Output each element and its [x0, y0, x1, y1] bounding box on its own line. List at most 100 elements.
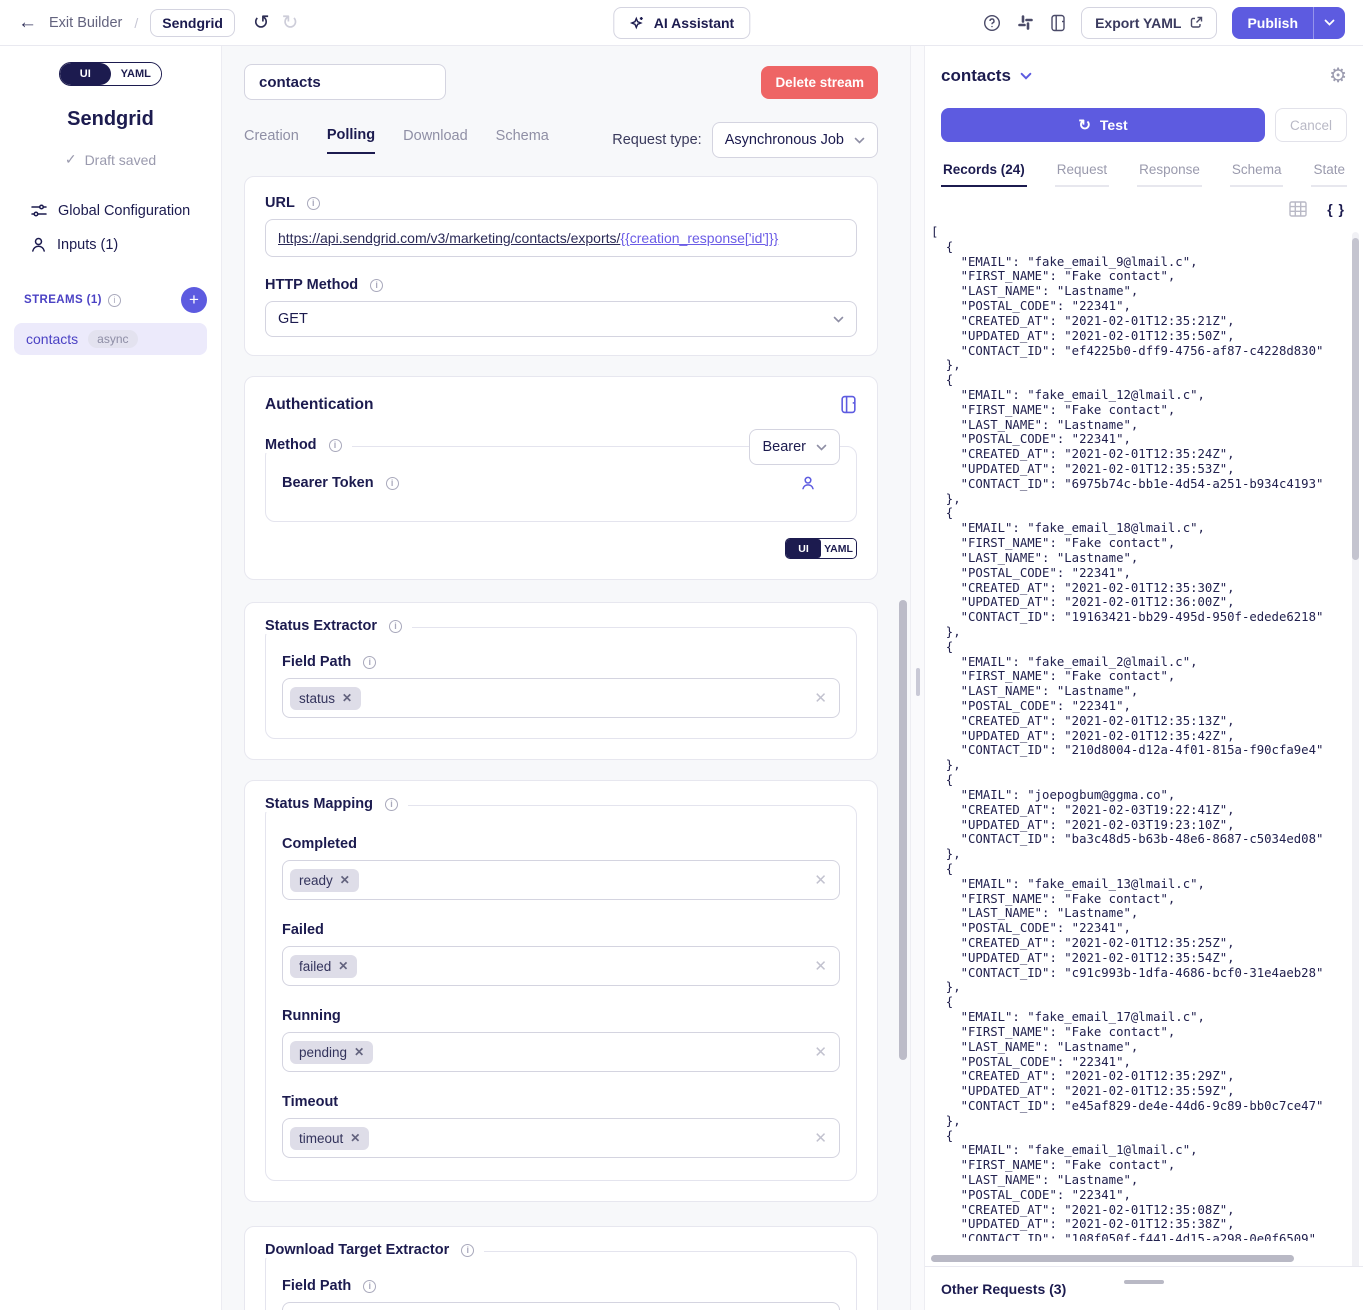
url-card: URL i https://api.sendgrid.com/v3/market…: [244, 176, 878, 356]
clear-field-icon[interactable]: ✕: [814, 871, 827, 889]
clear-field-icon[interactable]: ✕: [814, 1129, 827, 1147]
undo-icon[interactable]: ↺: [253, 10, 270, 35]
drag-handle[interactable]: [1124, 1280, 1164, 1284]
field-path-label: Field Path: [282, 654, 351, 670]
clear-field-icon[interactable]: ✕: [814, 689, 827, 707]
check-icon: ✓: [65, 151, 77, 168]
toggle-yaml[interactable]: YAML: [111, 63, 162, 85]
tab-request[interactable]: Request: [1055, 162, 1109, 187]
info-icon[interactable]: i: [386, 477, 399, 490]
status-mapping-legend: Status Mapping: [265, 796, 373, 812]
ui-yaml-toggle[interactable]: UI YAML: [59, 62, 162, 86]
table-view-icon[interactable]: [1289, 201, 1307, 217]
sidebar-item-label: Inputs (1): [57, 237, 118, 253]
info-icon[interactable]: i: [370, 279, 383, 292]
auth-method-select[interactable]: Bearer: [749, 429, 840, 465]
http-method-select[interactable]: GET: [265, 301, 857, 337]
external-link-icon: [1190, 16, 1203, 29]
records-horizontal-scrollbar[interactable]: [931, 1255, 1294, 1262]
tag-remove-icon[interactable]: ✕: [340, 873, 350, 887]
ai-assistant-button[interactable]: AI Assistant: [613, 7, 750, 39]
tag-remove-icon[interactable]: ✕: [350, 1131, 360, 1145]
sidebar-stream-contacts[interactable]: contacts async: [14, 323, 207, 355]
stream-config-area: contacts Delete stream Creation Polling …: [222, 46, 910, 1310]
redo-icon[interactable]: ↻: [282, 10, 299, 35]
publish-button[interactable]: Publish: [1232, 7, 1313, 39]
tab-polling[interactable]: Polling: [327, 127, 375, 154]
add-stream-button[interactable]: +: [181, 287, 207, 313]
toggle-yaml[interactable]: YAML: [821, 539, 856, 558]
tab-download[interactable]: Download: [403, 128, 468, 153]
stream-name-input[interactable]: contacts: [244, 64, 446, 100]
resize-handle[interactable]: [916, 668, 920, 696]
sidebar-item-global-configuration[interactable]: Global Configuration: [0, 194, 221, 228]
help-icon[interactable]: [983, 14, 1001, 32]
back-icon[interactable]: ←: [18, 13, 37, 32]
chevron-down-icon: [833, 316, 844, 323]
info-icon[interactable]: i: [363, 656, 376, 669]
info-icon[interactable]: i: [108, 294, 121, 307]
stream-selector[interactable]: contacts: [941, 66, 1032, 86]
url-input[interactable]: https://api.sendgrid.com/v3/marketing/co…: [265, 219, 857, 257]
json-view-icon[interactable]: { }: [1327, 201, 1345, 217]
ai-assistant-label: AI Assistant: [654, 15, 734, 31]
http-method-label: HTTP Method: [265, 277, 358, 293]
download-field-path-input[interactable]: urls ✕ ✕: [282, 1302, 840, 1310]
request-type-select[interactable]: Asynchronous Job: [712, 122, 878, 158]
toggle-ui[interactable]: UI: [60, 63, 111, 85]
connector-name-input[interactable]: Sendgrid: [150, 9, 235, 37]
records-vertical-scrollbar[interactable]: [1352, 238, 1359, 560]
info-icon[interactable]: i: [461, 1244, 474, 1257]
docs-link-icon[interactable]: [840, 395, 857, 414]
test-panel: contacts ⚙ ↻ Test Cancel Records (24) Re…: [925, 46, 1363, 1310]
toggle-ui[interactable]: UI: [786, 539, 821, 558]
tab-response[interactable]: Response: [1137, 162, 1202, 187]
info-icon[interactable]: i: [329, 439, 342, 452]
publish-dropdown-button[interactable]: [1313, 7, 1345, 39]
records-json[interactable]: [ { "EMAIL": "fake_email_9@lmail.c", "FI…: [931, 225, 1363, 1241]
info-icon[interactable]: i: [389, 620, 402, 633]
cancel-button[interactable]: Cancel: [1275, 108, 1347, 142]
authentication-title: Authentication: [265, 396, 374, 414]
slack-icon[interactable]: [1016, 13, 1035, 32]
clear-field-icon[interactable]: ✕: [814, 957, 827, 975]
status-field-path-input[interactable]: status ✕ ✕: [282, 678, 840, 718]
tab-schema[interactable]: Schema: [1230, 162, 1284, 187]
tag-remove-icon[interactable]: ✕: [354, 1045, 364, 1059]
bearer-token-label: Bearer Token: [282, 475, 374, 491]
main-scrollbar[interactable]: [899, 600, 907, 1060]
sidebar-item-inputs[interactable]: Inputs (1): [0, 228, 221, 261]
tag-ready: ready ✕: [290, 869, 359, 892]
status-extractor-card: Status Extractor i Field Path i status ✕…: [244, 602, 878, 760]
export-yaml-button[interactable]: Export YAML: [1081, 7, 1217, 39]
tab-schema[interactable]: Schema: [496, 128, 549, 153]
info-icon[interactable]: i: [363, 1280, 376, 1293]
failed-input[interactable]: failed ✕ ✕: [282, 946, 840, 986]
timeout-input[interactable]: timeout ✕ ✕: [282, 1118, 840, 1158]
chevron-down-icon: [816, 444, 827, 451]
info-icon[interactable]: i: [385, 798, 398, 811]
url-value-static: https://api.sendgrid.com/v3/marketing/co…: [278, 230, 620, 246]
tab-records[interactable]: Records (24): [941, 162, 1027, 187]
running-input[interactable]: pending ✕ ✕: [282, 1032, 840, 1072]
other-requests-bar[interactable]: Other Requests (3): [925, 1266, 1363, 1310]
docs-icon[interactable]: [1050, 14, 1066, 32]
status-extractor-legend: Status Extractor: [265, 618, 377, 634]
tag-remove-icon[interactable]: ✕: [338, 959, 348, 973]
auth-ui-yaml-toggle[interactable]: UI YAML: [785, 538, 857, 559]
tab-creation[interactable]: Creation: [244, 128, 299, 153]
exit-builder-link[interactable]: Exit Builder: [49, 15, 122, 31]
download-target-extractor-card: Download Target Extractor i Field Path i…: [244, 1226, 878, 1310]
clear-field-icon[interactable]: ✕: [814, 1043, 827, 1061]
delete-stream-button[interactable]: Delete stream: [761, 66, 878, 99]
user-secret-icon[interactable]: [800, 475, 816, 491]
info-icon[interactable]: i: [307, 197, 320, 210]
test-button[interactable]: ↻ Test: [941, 108, 1265, 142]
tab-state[interactable]: State: [1311, 162, 1347, 187]
completed-input[interactable]: ready ✕ ✕: [282, 860, 840, 900]
tag-remove-icon[interactable]: ✕: [342, 691, 352, 705]
settings-gear-icon[interactable]: ⚙: [1329, 66, 1347, 86]
top-bar: ← Exit Builder / Sendgrid ↺ ↻ AI Assista…: [0, 0, 1363, 46]
panel-resize-divider[interactable]: [910, 46, 925, 1310]
failed-label: Failed: [282, 922, 324, 938]
